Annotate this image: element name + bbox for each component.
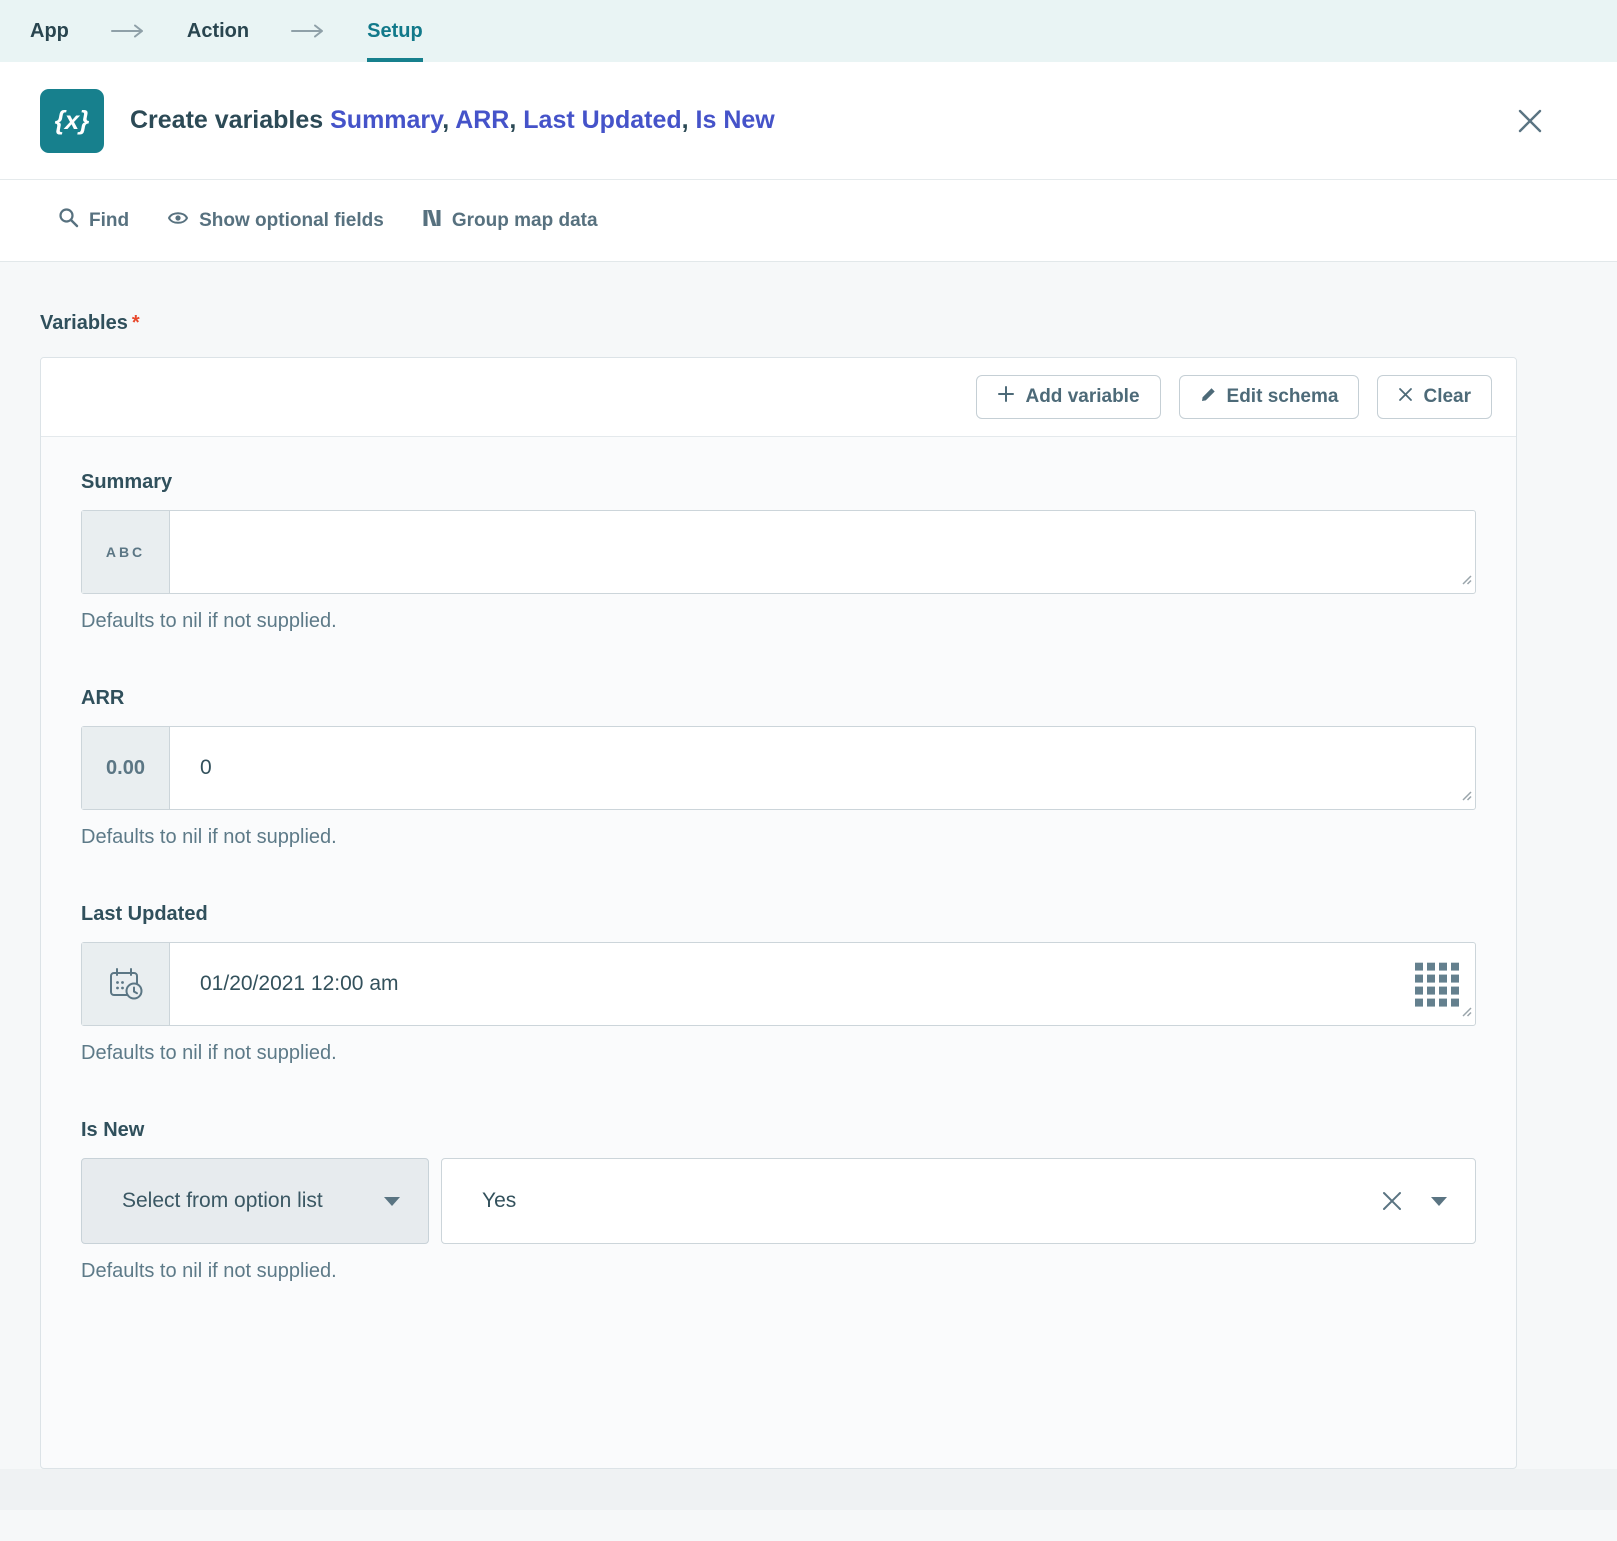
is-new-row: Select from option list Yes xyxy=(81,1158,1476,1244)
resize-grip-icon[interactable] xyxy=(1460,1004,1472,1022)
summary-input[interactable]: ABC xyxy=(81,510,1476,594)
separator: , xyxy=(509,106,523,134)
field-helper-text: Defaults to nil if not supplied. xyxy=(81,1042,1476,1065)
group-map-data-button[interactable]: Group map data xyxy=(422,207,598,235)
field-label: Summary xyxy=(81,471,1476,494)
chevron-down-icon xyxy=(384,1197,400,1206)
summary-value[interactable] xyxy=(170,511,1475,593)
field-helper-text: Defaults to nil if not supplied. xyxy=(81,610,1476,633)
breadcrumb-item-action[interactable]: Action xyxy=(187,0,249,62)
last-updated-input[interactable]: 01/20/2021 12:00 am xyxy=(81,942,1476,1026)
edit-schema-label: Edit schema xyxy=(1227,386,1339,408)
eye-icon xyxy=(167,207,189,235)
field-is-new: Is New Select from option list Yes xyxy=(81,1119,1476,1283)
is-new-select[interactable]: Yes xyxy=(441,1158,1476,1244)
setup-content: Variables* Add variable Edit schema C xyxy=(0,262,1617,1510)
calendar-clock-icon xyxy=(82,943,170,1025)
variable-name: Is New xyxy=(696,106,775,134)
field-helper-text: Defaults to nil if not supplied. xyxy=(81,826,1476,849)
add-variable-button[interactable]: Add variable xyxy=(976,375,1160,419)
field-summary: Summary ABC Defaults to nil if not suppl… xyxy=(81,471,1476,633)
close-icon[interactable] xyxy=(1513,104,1547,138)
text-type-prefix: ABC xyxy=(82,511,170,593)
breadcrumb: App Action Setup xyxy=(0,0,1617,62)
x-icon xyxy=(1398,386,1413,408)
breadcrumb-item-app[interactable]: App xyxy=(30,0,69,62)
field-last-updated: Last Updated xyxy=(81,903,1476,1065)
variables-step-icon: {x} xyxy=(40,89,104,153)
variable-name: Last Updated xyxy=(523,106,681,134)
clear-selection-icon[interactable] xyxy=(1381,1190,1403,1212)
last-updated-value[interactable]: 01/20/2021 12:00 am xyxy=(170,943,1475,1025)
variables-panel-header: Add variable Edit schema Clear xyxy=(41,358,1516,437)
step-title-prefix: Create variables xyxy=(130,106,330,134)
variables-label-text: Variables xyxy=(40,312,128,334)
breadcrumb-item-setup[interactable]: Setup xyxy=(367,0,423,62)
variables-section-label: Variables* xyxy=(40,312,1617,335)
arr-value[interactable]: 0 xyxy=(170,727,1475,809)
find-label: Find xyxy=(89,210,129,232)
edit-schema-button[interactable]: Edit schema xyxy=(1179,375,1360,419)
field-helper-text: Defaults to nil if not supplied. xyxy=(81,1260,1476,1283)
arrow-right-icon xyxy=(111,0,145,62)
show-optional-fields-button[interactable]: Show optional fields xyxy=(167,207,384,235)
show-optional-fields-label: Show optional fields xyxy=(199,210,384,232)
field-arr: ARR 0.00 0 Defaults to nil if not suppli… xyxy=(81,687,1476,849)
datepicker-grid-icon[interactable] xyxy=(1415,963,1461,1014)
is-new-value: Yes xyxy=(442,1189,516,1213)
clear-button[interactable]: Clear xyxy=(1377,375,1492,419)
field-label: Is New xyxy=(81,1119,1476,1142)
separator: , xyxy=(442,106,455,134)
input-mode-label: Select from option list xyxy=(82,1189,323,1213)
field-toolbar: Find Show optional fields Group map data xyxy=(0,180,1617,262)
clear-label: Clear xyxy=(1423,386,1471,408)
select-controls xyxy=(1381,1190,1475,1212)
find-button[interactable]: Find xyxy=(58,207,129,234)
variable-name: ARR xyxy=(455,106,509,134)
variable-name: Summary xyxy=(330,106,442,134)
step-title: Create variables Summary, ARR, Last Upda… xyxy=(130,106,775,135)
field-label: Last Updated xyxy=(81,903,1476,926)
arr-input[interactable]: 0.00 0 xyxy=(81,726,1476,810)
group-map-icon xyxy=(422,207,442,235)
variables-panel-body: Summary ABC Defaults to nil if not suppl… xyxy=(41,437,1516,1283)
required-asterisk: * xyxy=(132,312,140,334)
page-footer-area xyxy=(0,1469,1617,1510)
pencil-icon xyxy=(1200,386,1217,409)
separator: , xyxy=(682,106,696,134)
add-variable-label: Add variable xyxy=(1025,386,1139,408)
resize-grip-icon[interactable] xyxy=(1460,572,1472,590)
chevron-down-icon[interactable] xyxy=(1431,1197,1447,1206)
arrow-right-icon xyxy=(291,0,325,62)
field-label: ARR xyxy=(81,687,1476,710)
number-type-prefix: 0.00 xyxy=(82,727,170,809)
variables-panel: Add variable Edit schema Clear Summary xyxy=(40,357,1517,1469)
input-mode-dropdown[interactable]: Select from option list xyxy=(81,1158,429,1244)
group-map-data-label: Group map data xyxy=(452,210,598,232)
search-icon xyxy=(58,207,79,234)
plus-icon xyxy=(997,385,1015,409)
step-header: {x} Create variables Summary, ARR, Last … xyxy=(0,62,1617,180)
resize-grip-icon[interactable] xyxy=(1460,788,1472,806)
